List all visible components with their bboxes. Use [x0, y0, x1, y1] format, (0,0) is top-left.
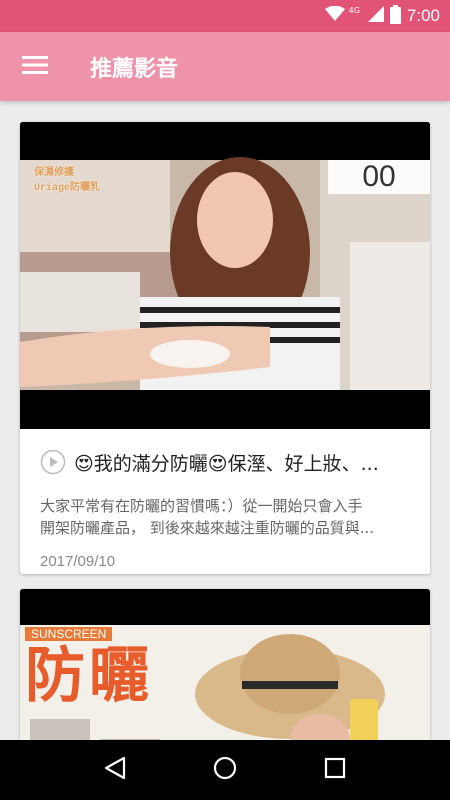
back-icon [104, 756, 126, 784]
menu-button[interactable] [0, 32, 70, 101]
video-card[interactable]: SUNSCREEN 防曬 [20, 589, 430, 740]
thumbnail-caption-line2: Uriage防曬乳 [34, 183, 101, 194]
battery-icon [389, 4, 401, 28]
status-icons: 4G [324, 4, 401, 28]
video-feed[interactable]: 00 保濕修護 Uriage防曬乳 😍我的滿分防曬😍保溼、好上妝、... 大家平… [0, 101, 450, 740]
thumbnail-title: 防曬 [25, 641, 153, 711]
thumbnail-timer-box: 00 [328, 160, 430, 194]
signal-icon [367, 6, 384, 26]
wifi-icon [324, 5, 345, 26]
video-thumbnail[interactable]: 00 保濕修護 Uriage防曬乳 [20, 122, 430, 429]
video-date: 2017/09/10 [40, 553, 116, 570]
thumbnail-label: SUNSCREEN [25, 627, 113, 641]
status-time: 7:00 [406, 6, 440, 25]
network-type-label: 4G [348, 5, 360, 15]
thumbnail-caption-line1: 保濕修護 [34, 168, 74, 179]
back-button[interactable] [85, 740, 145, 800]
recents-button[interactable] [305, 740, 365, 800]
recents-icon [324, 757, 346, 783]
video-description: 大家平常有在防曬的習慣嗎：）從一開始只會入手 開架防曬產品， 到後來越來越注重防… [40, 495, 410, 539]
thumbnail-caption: 保濕修護 Uriage防曬乳 [34, 166, 100, 196]
play-icon [40, 449, 66, 475]
app-bar: 推薦影音 [0, 32, 450, 101]
page-title: 推薦影音 [90, 56, 179, 82]
hamburger-menu-icon [22, 55, 48, 79]
video-description-line1: 大家平常有在防曬的習慣嗎：）從一開始只會入手 [40, 497, 363, 515]
video-description-line2: 開架防曬產品， 到後來越來越注重防曬的品質與... [40, 519, 375, 537]
video-title[interactable]: 😍我的滿分防曬😍保溼、好上妝、... [74, 449, 410, 476]
home-icon [213, 756, 237, 784]
status-bar: 4G 7:00 [0, 0, 450, 32]
video-card[interactable]: 00 保濕修護 Uriage防曬乳 😍我的滿分防曬😍保溼、好上妝、... 大家平… [20, 122, 430, 574]
video-thumbnail[interactable]: SUNSCREEN 防曬 [20, 589, 430, 740]
navigation-bar [0, 740, 450, 800]
home-button[interactable] [195, 740, 255, 800]
